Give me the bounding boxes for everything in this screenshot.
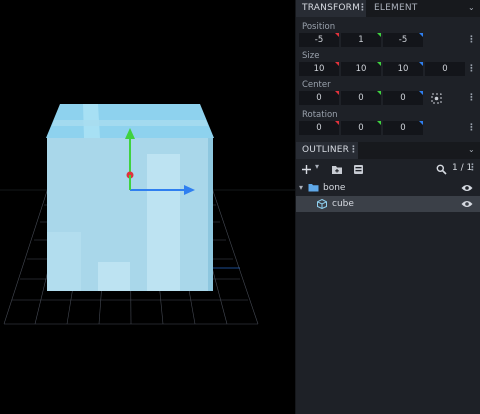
kebab-icon[interactable]: ⋮ [467,123,476,133]
size-label: Size [302,51,320,61]
tree-item-bone[interactable]: ▾ bone [296,180,480,196]
position-y-field[interactable]: 1 [341,33,381,47]
add-folder-icon[interactable] [331,164,343,175]
tab-transform-label: TRANSFORM [302,3,361,13]
tree-item-cube[interactable]: cube [296,196,480,212]
cube-texture-stripe [147,154,180,291]
center-label: Center [302,80,331,90]
cube-icon [317,199,327,209]
kebab-icon[interactable]: ⋮ [358,3,367,13]
rotation-z-field[interactable]: 0 [383,121,423,135]
pivot-icon[interactable] [431,93,442,104]
search-icon[interactable] [436,164,447,175]
tree-item-label: cube [332,199,354,209]
position-z-field[interactable]: -5 [383,33,423,47]
kebab-icon[interactable]: ⋮ [467,35,476,45]
kebab-icon[interactable]: ⋮ [349,145,358,155]
kebab-icon[interactable]: ⋮ [467,93,476,103]
chevron-down-icon[interactable]: ⌄ [468,145,475,154]
chevron-down-icon[interactable]: ▾ [315,162,319,171]
viewport-canvas[interactable] [0,0,295,414]
plus-icon[interactable] [301,164,312,175]
kebab-icon[interactable]: ⋮ [468,163,477,173]
outliner-toolbar: ▾ 1 / 1 ⋮ [296,162,480,178]
position-label: Position [302,22,336,32]
tab-transform[interactable]: TRANSFORM [296,0,366,17]
rotation-y-field[interactable]: 0 [341,121,381,135]
outliner-title: OUTLINER [302,145,350,155]
kebab-icon[interactable]: ⋮ [467,64,476,74]
size-y-field[interactable]: 10 [341,62,381,76]
eye-icon[interactable] [461,184,473,192]
tab-element[interactable]: ELEMENT [368,0,448,17]
tab-element-label: ELEMENT [374,3,418,13]
eye-icon[interactable] [461,200,473,208]
size-z-field[interactable]: 10 [383,62,423,76]
outliner-header: OUTLINER ⋮ ⌄ [296,142,480,159]
cube-texture-block [47,232,81,291]
center-x-field[interactable]: 0 [299,91,339,105]
tree-item-label: bone [323,183,346,193]
chevron-down-icon[interactable]: ▾ [299,180,303,196]
center-z-field[interactable]: 0 [383,91,423,105]
cube-edge [208,138,213,291]
texture-icon[interactable] [353,164,364,175]
3d-viewport[interactable] [0,0,295,414]
position-x-field[interactable]: -5 [299,33,339,47]
folder-icon [308,184,319,192]
inflate-field[interactable]: 0 [425,62,465,76]
panel-tabbar: TRANSFORM ⋮ ELEMENT ⌄ [296,0,480,17]
size-x-field[interactable]: 10 [299,62,339,76]
chevron-down-icon[interactable]: ⌄ [468,3,475,12]
center-y-field[interactable]: 0 [341,91,381,105]
cube-top-band [52,120,208,126]
cube-texture-block [98,262,130,291]
rotation-x-field[interactable]: 0 [299,121,339,135]
rotation-label: Rotation [302,110,338,120]
properties-panel: TRANSFORM ⋮ ELEMENT ⌄ Position -5 1 -5 ⋮… [295,0,480,414]
